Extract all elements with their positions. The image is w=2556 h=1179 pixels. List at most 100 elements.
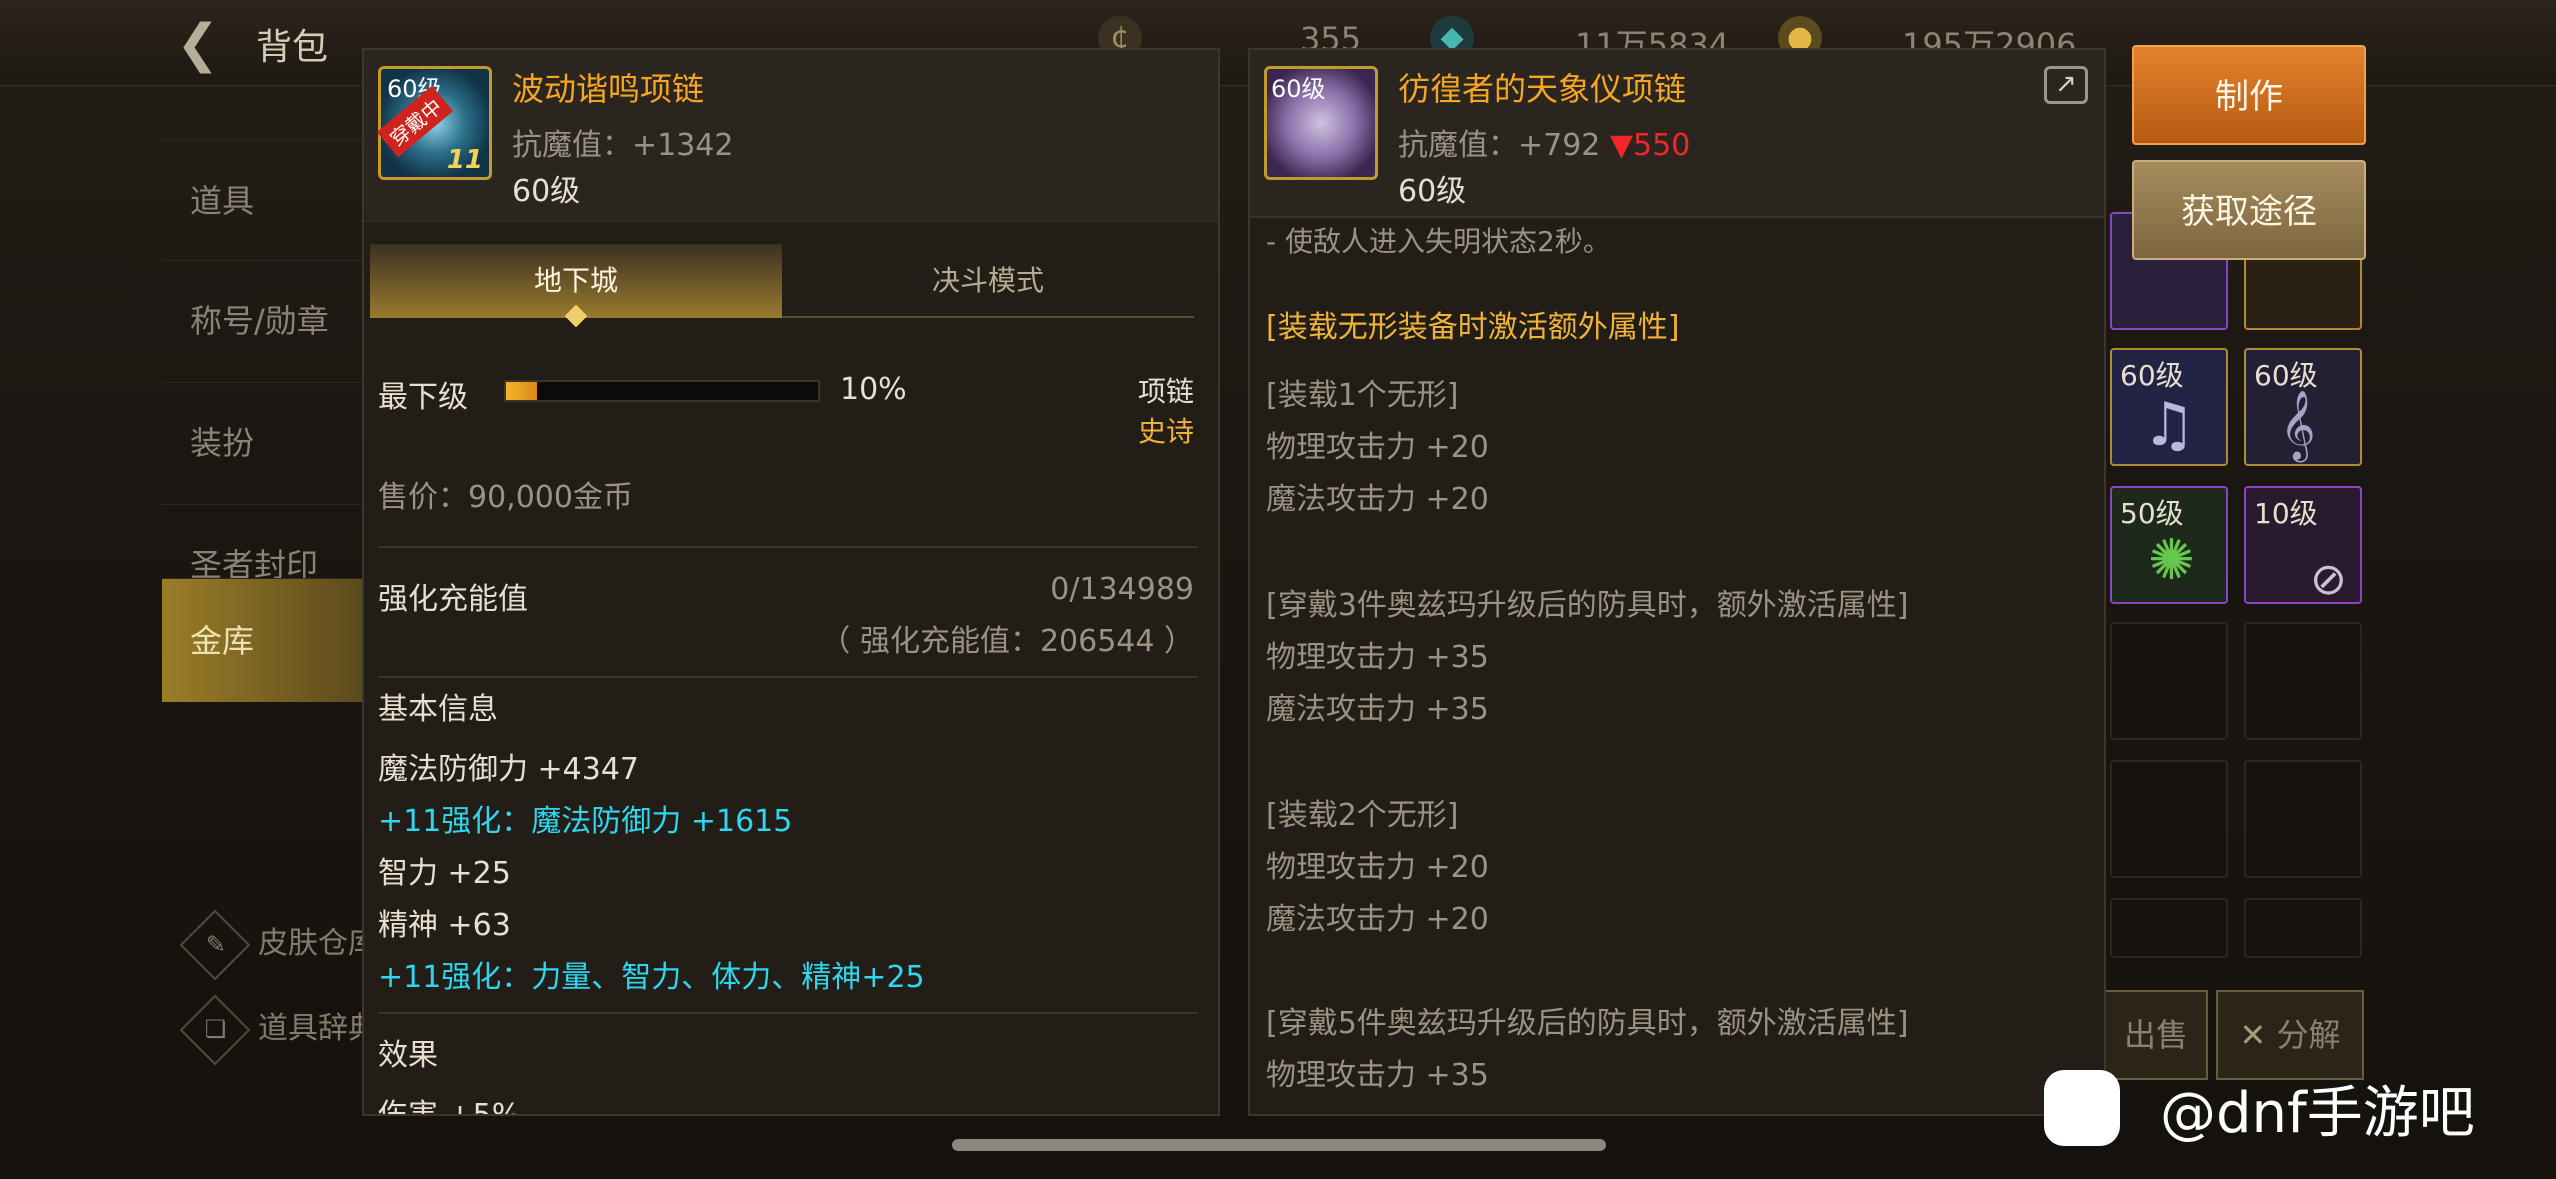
inventory-slot[interactable] [2110,898,2228,958]
clef-icon: 𝄞 [2280,390,2316,460]
tab-label: 决斗模式 [931,264,1044,297]
effect-line: [穿戴5件奥兹玛升级后的防具时，额外激活属性] [1266,1006,1909,1041]
inventory-slot[interactable] [2110,622,2228,740]
effect-line: [穿戴3件奥兹玛升级后的防具时，额外激活属性] [1266,588,1909,623]
rarity: 史诗 [1137,415,1194,448]
sidebar-item-label: 称号/勋章 [190,302,329,340]
inventory-slot[interactable] [2244,898,2362,958]
stat-line: 智力 +25 [378,856,511,891]
decompose-label: 分解 [2276,1016,2341,1054]
back-arrow-icon[interactable]: ❮ [176,14,236,74]
slot-level: 50级 [2120,497,2184,530]
grade-bar-fill [506,382,538,400]
divider [378,1012,1198,1014]
inventory-slot[interactable] [2244,760,2362,878]
charge-value: 0/134989 [1050,572,1194,607]
grade-percent: 10% [840,372,907,407]
effect-line: 物理攻击力 +35 [1266,640,1489,675]
skin-storage-button[interactable]: ✎ 皮肤仓库 [179,909,378,980]
effect-line: [装载2个无形] [1266,798,1459,833]
magic-resist: 抗魔值：+1342 [512,128,734,163]
make-label: 制作 [2215,77,2283,117]
decompose-icon: ✕ [2239,1016,2277,1054]
sidebar-item-label: 道具 [190,182,255,220]
grade-bar [504,380,820,402]
astrolabe-item-icon: 60级 [1264,66,1378,180]
charge-title: 强化充能值 [378,582,528,617]
effect-line: 魔法攻击力 +35 [1266,692,1489,727]
charge-total: （ 强化充能值：206544 ） [820,624,1194,659]
necklace-item-icon: 60级 穿戴中 11 [376,66,492,180]
inventory-slot[interactable]: 10级 ⊘ [2244,486,2362,605]
sidebar: 道具 称号/勋章 装扮 圣者封印 金库 [162,110,362,730]
decompose-button[interactable]: ✕ 分解 [2216,990,2364,1080]
stat-line: 魔法防御力 +4347 [378,752,640,787]
compared-item-tooltip: - 使敌人进入失明状态2秒。 [装载无形装备时激活额外属性] [装载1个无形] … [1248,48,2106,1116]
make-button[interactable]: 制作 [2132,45,2366,145]
effect-header: [装载无形装备时激活额外属性] [1266,310,1680,345]
effect-line: 伤害 +5% [378,1098,521,1116]
sell-price: 售价：90,000金币 [378,480,633,515]
orb-icon: ✺ [2148,528,2195,593]
tab-label: 地下城 [533,264,618,297]
inventory-slot[interactable] [2110,760,2228,878]
effect-line: [装载1个无形] [1266,378,1459,413]
inventory-slot[interactable]: 60级 𝄞 [2244,348,2362,466]
magic-resist-diff: ▼550 [1609,128,1691,163]
stat-line: +11强化：力量、智力、体力、精神+25 [378,960,925,995]
tab-duel[interactable]: 决斗模式 [782,244,1194,318]
stat-line: +11强化：魔法防御力 +1615 [378,804,793,839]
item-name: 彷徨者的天象仪项链 [1398,70,1687,108]
tieba-logo-icon [2044,1070,2120,1146]
equipped-item-tooltip: 60级 穿戴中 11 波动谐鸣项链 抗魔值：+1342 60级 地下城 决斗模式… [362,48,1220,1116]
sidebar-item-vault[interactable]: 金库 [162,578,362,702]
inventory-slot[interactable]: 50级 ✺ [2110,486,2228,604]
source-label: 获取途径 [2181,192,2317,232]
effect-title: 效果 [378,1038,438,1073]
slot-level: 60级 [2254,359,2318,392]
effect-line: 物理攻击力 +35 [1266,1058,1489,1093]
home-indicator[interactable] [952,1139,1606,1151]
stat-line: 精神 +63 [378,908,511,943]
inventory-slot[interactable] [2244,622,2362,740]
page-title: 背包 [256,27,329,68]
sidebar-item-titles[interactable]: 称号/勋章 [162,260,362,380]
forbidden-icon: ⊘ [2310,554,2347,605]
slot-type: 项链 [1137,375,1194,408]
share-icon[interactable]: ↗ [2044,66,2088,104]
effect-line: - 使敌人进入失明状态2秒。 [1266,225,1611,258]
tooltip-header: 60级 彷徨者的天象仪项链 抗魔值：+792 ▼550 60级 ↗ [1250,50,2104,218]
item-level: 60级 [512,174,581,209]
tool-label: 皮肤仓库 [258,926,378,961]
music-note-icon: ♫ [2142,390,2196,460]
item-level: 60级 [1398,174,1467,209]
reinforce-badge: 11 [446,145,483,175]
magic-resist: 抗魔值：+792 [1398,128,1601,163]
source-button[interactable]: 获取途径 [2132,160,2366,260]
divider [378,546,1198,548]
sell-button[interactable]: 出售 [2104,990,2208,1080]
brush-icon: ✎ [179,909,251,980]
tooltip-header: 60级 穿戴中 11 波动谐鸣项链 抗魔值：+1342 60级 [364,50,1218,222]
effect-line: 物理攻击力 +20 [1266,850,1489,885]
book-icon: ❏ [179,994,251,1065]
inventory-slot[interactable]: 60级 ♫ [2110,348,2228,466]
tool-label: 道具辞典 [258,1011,378,1046]
watermark-text: @dnf手游吧 [2160,1081,2475,1146]
sidebar-item-items[interactable]: 道具 [162,140,362,260]
item-name: 波动谐鸣项链 [512,70,705,108]
level-badge: 60级 [1271,75,1326,103]
slot-level: 60级 [2120,359,2184,392]
effect-line: 魔法攻击力 +20 [1266,482,1489,517]
effect-line: 物理攻击力 +20 [1266,430,1489,465]
sidebar-item-label: 装扮 [190,424,255,462]
effect-line: 魔法攻击力 +20 [1266,902,1489,937]
grade-label: 最下级 [378,380,468,415]
sidebar-item-costume[interactable]: 装扮 [162,382,362,502]
slot-level: 10级 [2254,497,2318,530]
basic-info-title: 基本信息 [378,692,498,727]
sell-label: 出售 [2123,1016,2188,1054]
sidebar-item-label: 金库 [190,622,255,660]
item-dictionary-button[interactable]: ❏ 道具辞典 [179,994,378,1065]
mode-tabs: 地下城 决斗模式 [370,244,1194,328]
